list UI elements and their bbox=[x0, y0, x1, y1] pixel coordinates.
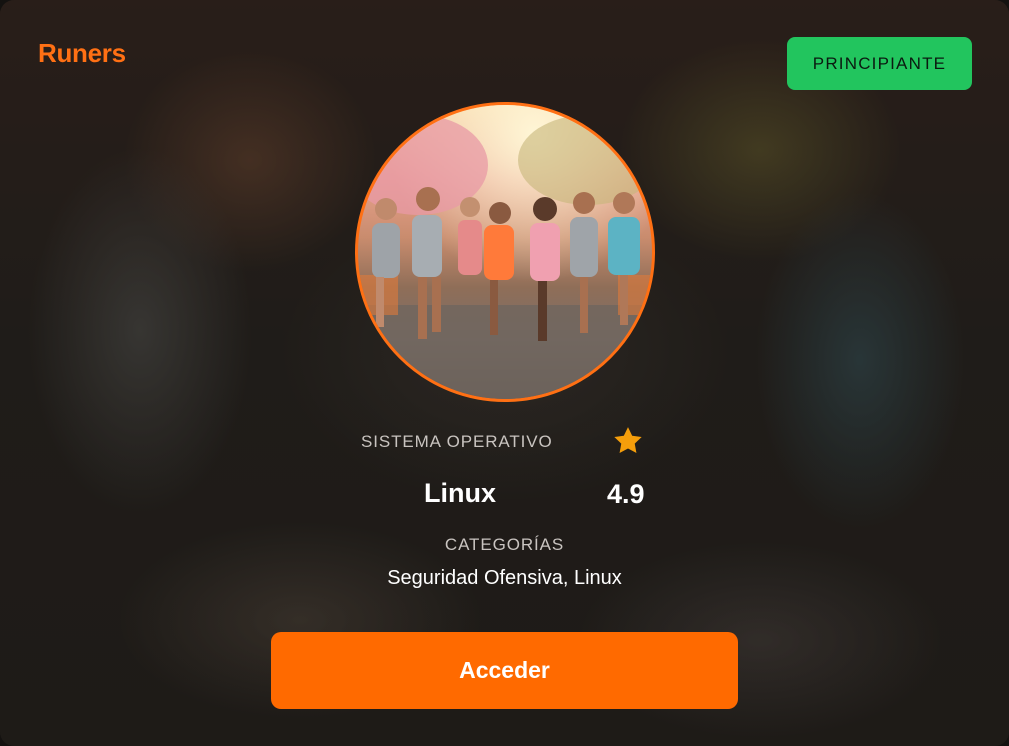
access-button[interactable]: Acceder bbox=[271, 632, 738, 709]
os-value: Linux bbox=[424, 478, 496, 508]
star-icon bbox=[611, 424, 645, 458]
brand-title: Runers bbox=[38, 38, 126, 68]
categories-label: CATEGORÍAS bbox=[444, 535, 565, 554]
course-image bbox=[355, 102, 655, 402]
course-card: Runers PRINCIPIANTE SISTEMA OPERATIVO Li… bbox=[0, 0, 1009, 746]
level-badge[interactable]: PRINCIPIANTE bbox=[787, 37, 972, 90]
os-label: SISTEMA OPERATIVO bbox=[361, 432, 553, 451]
rating-value: 4.9 bbox=[607, 479, 645, 509]
runners-illustration bbox=[358, 105, 652, 399]
categories-value: Seguridad Ofensiva, Linux bbox=[387, 567, 622, 589]
